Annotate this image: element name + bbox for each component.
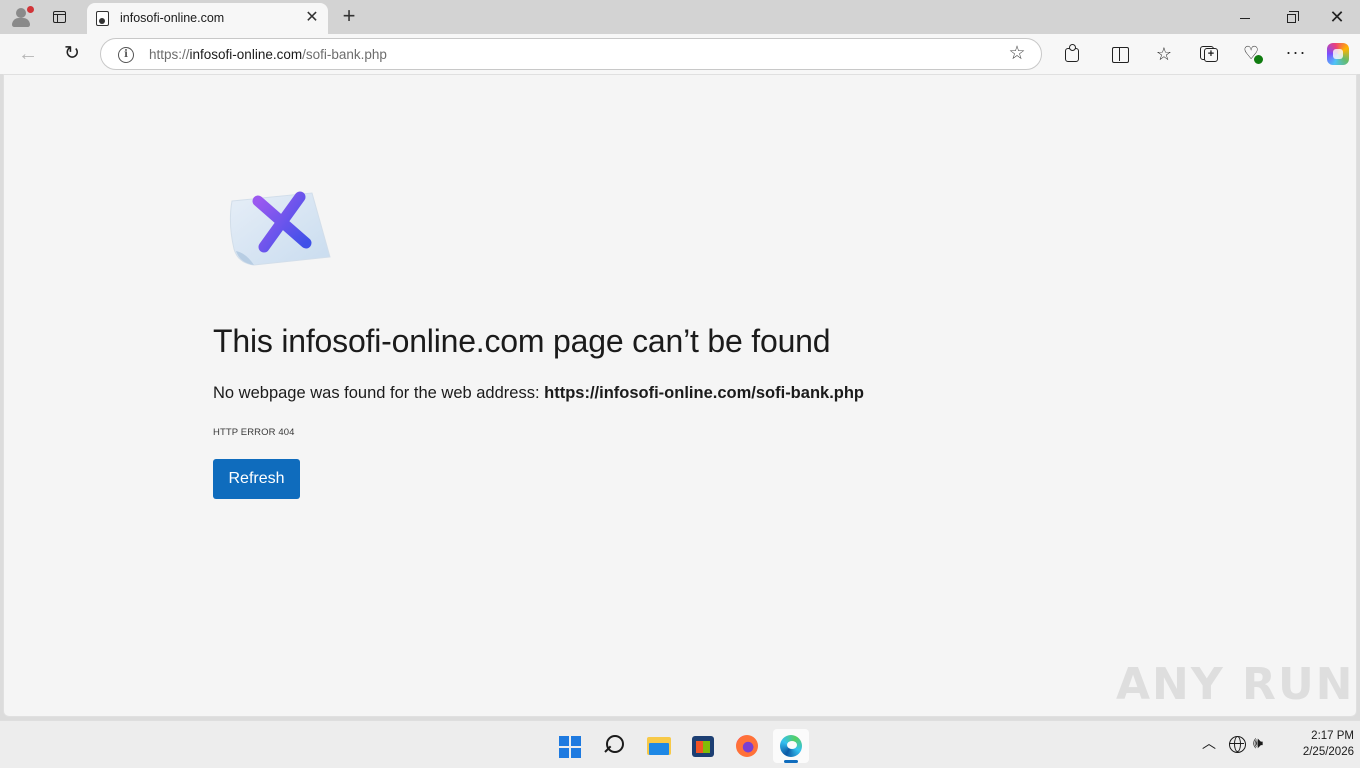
taskbar: ︿ 🕪 2:17 PM 2/25/2026 xyxy=(0,720,1360,768)
edge-icon[interactable] xyxy=(773,729,809,763)
start-button[interactable] xyxy=(552,729,588,763)
tab-title: infosofi-online.com xyxy=(120,11,225,25)
browser-essentials-icon[interactable] xyxy=(1241,43,1264,65)
microsoft-store-icon[interactable] xyxy=(685,729,721,763)
url-host: infosofi-online.com xyxy=(189,47,303,62)
description-text: No webpage was found for the web address… xyxy=(213,384,545,402)
anyrun-watermark-logo: ANY RUN xyxy=(1116,659,1355,710)
clock-date: 2/25/2026 xyxy=(1302,746,1354,758)
page-content: This infosofi-online.com page can’t be f… xyxy=(3,74,1357,717)
error-heading: This infosofi-online.com page can’t be f… xyxy=(213,323,831,359)
favorites-icon[interactable]: ☆ xyxy=(1153,43,1175,65)
tab-active[interactable]: infosofi-online.com ✕ xyxy=(87,3,328,34)
error-x-icon xyxy=(224,187,334,271)
firefox-icon[interactable] xyxy=(729,729,765,763)
refresh-icon[interactable]: ↻ xyxy=(60,42,84,66)
active-app-indicator xyxy=(784,760,798,763)
address-url[interactable]: https://infosofi-online.com/sofi-bank.ph… xyxy=(149,47,387,62)
page-favicon-icon xyxy=(96,11,109,26)
network-globe-icon[interactable] xyxy=(1229,736,1246,753)
title-bar: infosofi-online.com ✕ + ✕ xyxy=(0,0,1360,34)
browser-toolbar: ← ↻ i https://infosofi-online.com/sofi-b… xyxy=(0,34,1360,74)
error-code: HTTP ERROR 404 xyxy=(213,427,295,438)
clock-time: 2:17 PM xyxy=(1311,730,1354,742)
collections-icon[interactable] xyxy=(1197,43,1219,65)
tab-close-icon[interactable]: ✕ xyxy=(304,10,320,26)
refresh-button[interactable]: Refresh xyxy=(213,459,300,499)
favorite-star-icon[interactable]: ☆ xyxy=(1007,44,1027,64)
close-window-button[interactable]: ✕ xyxy=(1314,0,1360,34)
minimize-button[interactable] xyxy=(1222,0,1268,34)
tab-actions-icon[interactable] xyxy=(50,8,68,26)
more-options-icon[interactable]: ··· xyxy=(1285,43,1307,65)
show-hidden-icons-chevron-icon[interactable]: ︿ xyxy=(1201,735,1217,751)
url-path: /sofi-bank.php xyxy=(302,47,387,62)
copilot-icon[interactable] xyxy=(1327,43,1349,65)
system-clock[interactable]: 2:17 PM 2/25/2026 xyxy=(1278,728,1354,760)
site-info-icon[interactable]: i xyxy=(118,47,134,63)
address-bar[interactable]: i https://infosofi-online.com/sofi-bank.… xyxy=(100,38,1042,70)
restore-button[interactable] xyxy=(1268,0,1314,34)
search-icon[interactable] xyxy=(597,729,633,763)
url-scheme: https:// xyxy=(149,47,190,62)
split-screen-icon[interactable] xyxy=(1109,43,1131,65)
back-button[interactable]: ← xyxy=(16,42,40,66)
description-url: https://infosofi-online.com/sofi-bank.ph… xyxy=(544,384,865,402)
profile-icon[interactable] xyxy=(8,5,36,29)
error-description: No webpage was found for the web address… xyxy=(213,384,864,403)
extensions-icon[interactable] xyxy=(1061,43,1083,65)
volume-icon[interactable]: 🕪 xyxy=(1253,734,1273,754)
notification-dot xyxy=(27,6,34,13)
new-tab-button[interactable]: + xyxy=(338,4,360,28)
file-explorer-icon[interactable] xyxy=(641,729,677,763)
